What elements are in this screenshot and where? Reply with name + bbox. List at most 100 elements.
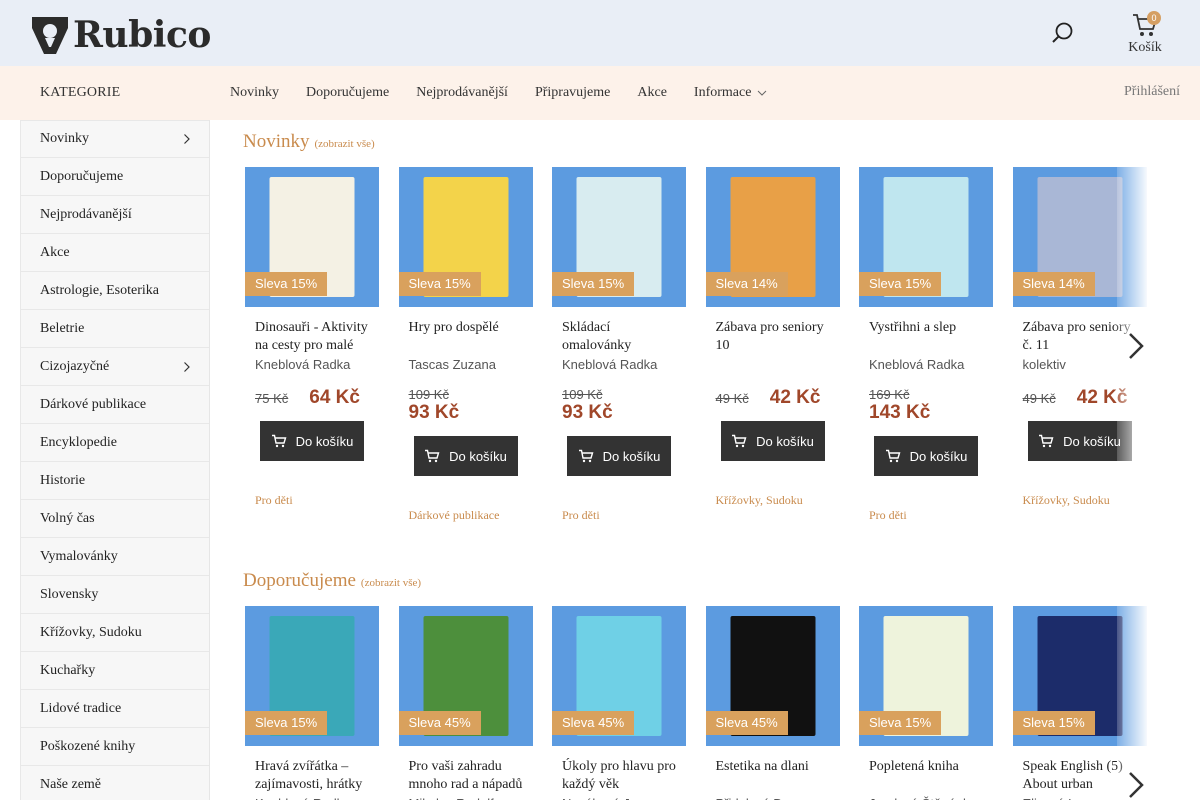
- cart-button[interactable]: 0 Košík: [1120, 11, 1170, 58]
- show-all-link[interactable]: (zobrazit vše): [361, 577, 421, 589]
- nav-doporucujeme[interactable]: Doporučujeme: [306, 85, 389, 101]
- main-navigation-bar: KATEGORIE Novinky Doporučujeme Nejprodáv…: [0, 66, 1200, 120]
- section-title[interactable]: Novinky: [243, 131, 310, 153]
- product-card: Sleva 45% Pro vaši zahradu mnoho rad a ná…: [398, 606, 533, 800]
- sidebar-item[interactable]: Akce: [20, 234, 210, 272]
- product-author: Kneblová Radka: [562, 357, 658, 372]
- nav-informace[interactable]: Informace: [694, 85, 768, 101]
- product-thumbnail[interactable]: Sleva 15%: [859, 167, 993, 307]
- add-to-cart-button[interactable]: Do košíku: [720, 421, 825, 461]
- sidebar-item-label: Poškozené knihy: [40, 738, 136, 754]
- logo[interactable]: Rubico: [30, 14, 211, 56]
- product-title[interactable]: Estetika na dlani: [706, 758, 840, 794]
- add-to-cart-label: Do košíku: [295, 433, 354, 449]
- product-title[interactable]: Hravá zvířátka – zajímavosti, hrátky: [245, 758, 379, 794]
- cart-icon: [425, 449, 440, 463]
- add-to-cart-label: Do košíku: [602, 448, 661, 464]
- add-to-cart-button[interactable]: Do košíku: [567, 436, 671, 476]
- discount-badge: Sleva 14%: [705, 272, 788, 296]
- sidebar-item[interactable]: Vymalovánky: [20, 538, 210, 576]
- sidebar-item[interactable]: Novinky: [20, 120, 210, 158]
- product-title[interactable]: Dinosauři - Aktivity na cesty pro malé: [245, 319, 379, 355]
- carousel-next-button[interactable]: [1126, 770, 1146, 800]
- add-to-cart-button[interactable]: Do košíku: [260, 421, 364, 461]
- product-author: Jandová Štěpánka: [859, 796, 993, 800]
- product-card: Sleva 15% Dinosauři - Aktivity na cesty p…: [245, 167, 379, 523]
- product-title[interactable]: Zábava pro seniory 10: [706, 319, 840, 355]
- add-to-cart-button[interactable]: Do košíku: [413, 436, 518, 476]
- nav-akce[interactable]: Akce: [637, 85, 667, 101]
- sidebar-item[interactable]: Dárkové publikace: [20, 386, 210, 424]
- product-thumbnail[interactable]: Sleva 15%: [398, 167, 533, 307]
- product-thumbnail[interactable]: Sleva 15%: [245, 606, 379, 746]
- sidebar-item[interactable]: Lidové tradice: [20, 690, 210, 728]
- sidebar-item-label: Vymalovánky: [40, 548, 118, 564]
- old-price: 109 Kč: [562, 387, 603, 402]
- product-prices: 169 Kč 143 Kč: [859, 387, 993, 424]
- product-thumbnail[interactable]: Sleva 45%: [398, 606, 533, 746]
- show-all-link[interactable]: (zobrazit vše): [315, 138, 375, 150]
- sidebar-item[interactable]: Astrologie, Esoterika: [20, 272, 210, 310]
- product-thumbnail[interactable]: Sleva 45%: [552, 606, 686, 746]
- sidebar-divider: [209, 120, 210, 800]
- sidebar-item-label: Beletrie: [40, 320, 85, 336]
- sidebar-item[interactable]: Beletrie: [20, 310, 210, 348]
- product-category-link[interactable]: Pro děti: [245, 493, 379, 508]
- product-thumbnail[interactable]: Sleva 14%: [705, 167, 840, 307]
- product-category-link[interactable]: Pro děti: [552, 508, 686, 523]
- product-card: Sleva 15% Skládací omalovánky Kneblová Rad…: [552, 167, 686, 523]
- categories-label: KATEGORIE: [40, 85, 121, 100]
- product-thumbnail[interactable]: Sleva 15%: [245, 167, 379, 307]
- section-doporucujeme: Doporučujeme (zobrazit vše): [243, 570, 1173, 592]
- product-card: Sleva 14% Zábava pro seniory 10 49 Kč 42 Kč…: [705, 167, 840, 523]
- sidebar-item[interactable]: Naše země: [20, 766, 210, 800]
- nav-pripravujeme[interactable]: Připravujeme: [535, 85, 610, 101]
- product-thumbnail[interactable]: Sleva 15%: [859, 606, 993, 746]
- login-link[interactable]: Přihlášení: [1124, 84, 1180, 100]
- add-to-cart-button[interactable]: Do košíku: [1027, 421, 1132, 461]
- sidebar-item-label: Astrologie, Esoterika: [40, 282, 159, 298]
- section-novinky: Novinky (zobrazit vše): [243, 131, 1173, 153]
- product-title[interactable]: Pro vaši zahradu mnoho rad a nápadů: [399, 758, 533, 794]
- current-price: 64 Kč: [309, 387, 360, 408]
- sidebar-item[interactable]: Doporučujeme: [20, 158, 210, 196]
- product-prices: 109 Kč 93 Kč: [552, 387, 686, 424]
- product-title[interactable]: Skládací omalovánky: [552, 319, 686, 355]
- sidebar-item[interactable]: Cizojazyčné: [20, 348, 210, 386]
- product-title[interactable]: Vystřihni a slep: [859, 319, 993, 355]
- sidebar-item[interactable]: Kuchařky: [20, 652, 210, 690]
- product-author: Přidalová Dagmar: [706, 796, 840, 800]
- product-card: Sleva 15% Hry pro dospělé Tascas Zuzana 109…: [398, 167, 533, 523]
- sidebar-item[interactable]: Encyklopedie: [20, 424, 210, 462]
- discount-badge: Sleva 15%: [859, 272, 942, 296]
- product-thumbnail[interactable]: Sleva 45%: [705, 606, 840, 746]
- chevron-right-icon: [1129, 333, 1144, 359]
- product-title[interactable]: Hry pro dospělé: [399, 319, 533, 355]
- section-title[interactable]: Doporučujeme: [243, 570, 356, 592]
- product-title[interactable]: Popletená kniha: [859, 758, 993, 794]
- product-category-link[interactable]: Dárkové publikace: [399, 508, 533, 523]
- product-card: Sleva 15% Hravá zvířátka – zajímavosti, h…: [245, 606, 379, 800]
- sidebar-item[interactable]: Křížovky, Sudoku: [20, 614, 210, 652]
- sidebar-item-label: Naše země: [40, 776, 102, 792]
- sidebar-item[interactable]: Nejprodávanější: [20, 196, 210, 234]
- discount-badge: Sleva 15%: [859, 711, 942, 735]
- product-category-link[interactable]: Pro děti: [859, 508, 993, 523]
- sidebar-item[interactable]: Poškozené knihy: [20, 728, 210, 766]
- carousel-next-button[interactable]: [1126, 331, 1146, 361]
- chevron-right-icon: [184, 134, 190, 144]
- sidebar-item[interactable]: Volný čas: [20, 500, 210, 538]
- discount-badge: Sleva 14%: [1012, 272, 1095, 296]
- product-thumbnail[interactable]: Sleva 15%: [552, 167, 686, 307]
- add-to-cart-label: Do košíku: [449, 448, 507, 464]
- nav-nejprodavanejsi[interactable]: Nejprodávanější: [416, 85, 508, 101]
- product-category-link[interactable]: Křížovky, Sudoku: [706, 493, 840, 508]
- product-title[interactable]: Úkoly pro hlavu pro každý věk: [552, 758, 686, 794]
- sidebar-item[interactable]: Historie: [20, 462, 210, 500]
- chevron-right-icon: [1129, 772, 1144, 798]
- sidebar-item-label: Historie: [40, 472, 86, 488]
- add-to-cart-button[interactable]: Do košíku: [874, 436, 978, 476]
- sidebar-item[interactable]: Slovensky: [20, 576, 210, 614]
- nav-novinky[interactable]: Novinky: [230, 85, 279, 101]
- search-button[interactable]: [1050, 20, 1076, 46]
